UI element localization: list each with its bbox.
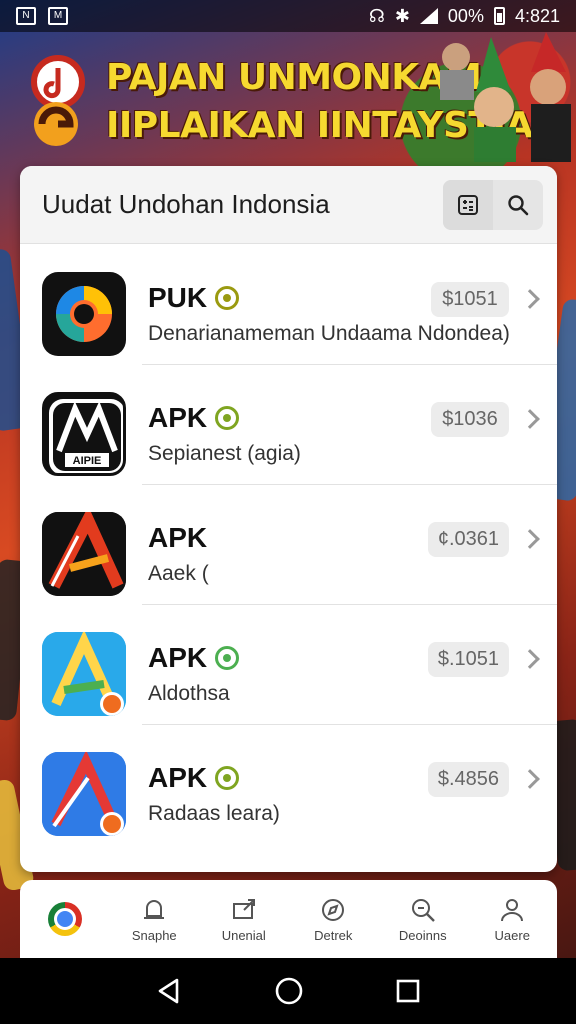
verified-icon <box>215 766 240 790</box>
app-name: APK <box>148 402 240 434</box>
app-subtitle: Aaek ( <box>148 562 209 585</box>
list-item[interactable]: APK Aldothsa $.1051 <box>20 604 557 724</box>
chevron-right-icon <box>520 529 540 549</box>
home-button-icon[interactable] <box>274 976 304 1006</box>
nav-item-detrek[interactable]: Detrek <box>289 896 379 943</box>
app-name: PUK <box>148 282 240 314</box>
verified-icon <box>215 286 240 310</box>
app-subtitle: Radaas leara) <box>148 802 280 825</box>
app-subtitle: Denarianameman Undaama Ndondea) <box>148 322 510 345</box>
price-badge[interactable]: $.1051 <box>427 642 509 677</box>
characters-illustration <box>440 32 571 162</box>
calculator-button[interactable] <box>443 179 493 230</box>
app-icon-apk <box>42 752 126 836</box>
nav-item-unenial[interactable]: Unenial <box>199 896 289 943</box>
home-icon <box>47 902 82 936</box>
price-badge[interactable]: $1051 <box>431 282 509 317</box>
battery-icon <box>493 7 505 25</box>
card-header: Uudat Undohan Indonsia <box>20 166 557 244</box>
bluetooth-icon: ✱ <box>394 5 410 26</box>
battery-percent: 00% <box>447 5 484 26</box>
promo-banner[interactable]: PAJAN UNMONKAM IIPLAIKAN IINTAYSTIA <box>0 32 576 167</box>
signal-icon <box>419 8 438 24</box>
banner-title: PAJAN UNMONKAM IIPLAIKAN IINTAYSTIA <box>106 54 533 150</box>
nav-label: Deoinns <box>398 927 447 943</box>
app-icon-puk <box>42 272 126 356</box>
apk-logo-text: AIPIE <box>73 455 102 467</box>
recents-icon[interactable] <box>395 978 421 1004</box>
letter-a-logo-icon <box>42 512 126 596</box>
chevron-right-icon <box>520 769 540 789</box>
chevron-right-icon <box>520 289 540 309</box>
app-name-text: APK <box>148 642 208 673</box>
share-icon <box>232 898 255 919</box>
app-name: APK <box>148 522 207 554</box>
swirl-logo-icon <box>56 286 112 342</box>
list-item[interactable]: APK Radaas leara) $.4856 <box>20 724 557 844</box>
nav-label: Detrek <box>314 927 353 943</box>
list-item[interactable]: AIPIE APK Sepianest (agia) $1036 <box>20 364 557 484</box>
music-logo-icon <box>31 55 85 146</box>
banner-title-line1: PAJAN UNMONKAM <box>106 57 482 98</box>
letter-a-logo-icon <box>42 632 126 716</box>
price-badge[interactable]: $.4856 <box>427 762 509 797</box>
search-icon <box>508 194 529 215</box>
user-icon <box>501 898 524 921</box>
calculator-icon <box>458 194 478 215</box>
chevron-right-icon <box>520 409 540 429</box>
bottom-nav: Snaphe Unenial Detrek Deoinns Uaere <box>20 880 557 958</box>
nav-item-snaphe[interactable]: Snaphe <box>110 896 200 943</box>
price-badge[interactable]: ¢.0361 <box>427 522 509 557</box>
verified-icon <box>215 646 240 670</box>
app-icon-apk <box>42 632 126 716</box>
nav-label: Unenial <box>221 927 266 943</box>
nav-item-uaere[interactable]: Uaere <box>468 896 558 943</box>
app-name: APK <box>148 762 240 794</box>
back-icon[interactable] <box>155 977 183 1005</box>
banner-title-line2: IIPLAIKAN IINTAYSTIA <box>106 105 533 146</box>
nav-item-home[interactable] <box>20 902 110 936</box>
app-icon-apk: AIPIE <box>42 392 126 476</box>
list-item[interactable]: APK Aaek ( ¢.0361 <box>20 484 557 604</box>
headset-icon: ☊ <box>368 5 385 26</box>
search-icon <box>411 898 435 922</box>
app-icon-apk <box>42 512 126 596</box>
list-item[interactable]: PUK Denarianameman Undaama Ndondea) $105… <box>20 244 557 364</box>
search-button[interactable] <box>493 180 543 230</box>
notification-icon: N <box>16 7 36 25</box>
nav-label: Snaphe <box>131 927 177 943</box>
verified-icon <box>215 406 240 430</box>
nav-item-deoinns[interactable]: Deoinns <box>378 896 468 943</box>
chevron-right-icon <box>520 649 540 669</box>
app-subtitle: Sepianest (agia) <box>148 442 301 465</box>
price-badge[interactable]: $1036 <box>431 402 509 437</box>
explore-icon <box>322 898 345 921</box>
apk-logo-icon: AIPIE <box>49 399 123 473</box>
system-nav-bar <box>0 958 576 1024</box>
status-bar: N M ☊ ✱ 00% 4:821 <box>0 0 576 32</box>
letter-a-logo-icon <box>42 752 126 836</box>
app-list-card: Uudat Undohan Indonsia PUK Denarianamema… <box>20 166 557 872</box>
bell-icon <box>144 899 165 919</box>
app-name: APK <box>148 642 240 674</box>
nav-label: Uaere <box>494 927 530 943</box>
page-title: Uudat Undohan Indonsia <box>42 189 330 219</box>
app-name-text: APK <box>148 522 208 553</box>
app-subtitle: Aldothsa <box>148 682 230 705</box>
app-name-text: APK <box>148 762 208 793</box>
app-name-text: APK <box>148 402 208 433</box>
clock: 4:821 <box>514 5 560 26</box>
notification-icon: M <box>48 7 68 25</box>
header-actions <box>443 179 543 230</box>
app-name-text: PUK <box>148 282 208 313</box>
